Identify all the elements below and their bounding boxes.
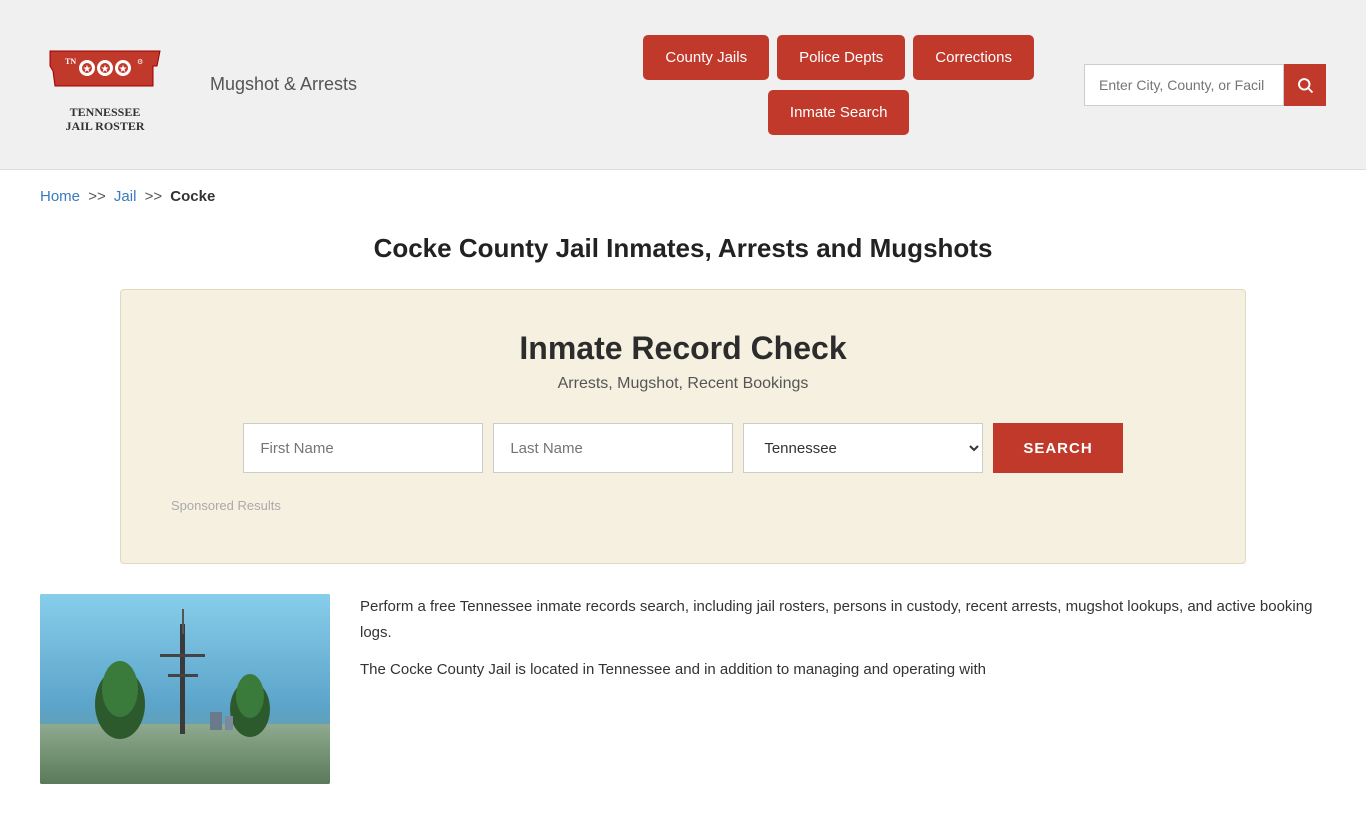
county-jails-btn[interactable]: County Jails	[643, 35, 769, 80]
inmate-search-form: Tennessee Alabama Alaska Arizona Arkansa…	[171, 423, 1195, 473]
search-icon	[1296, 76, 1314, 94]
nav-row-top: County Jails Police Depts Corrections	[643, 35, 1034, 80]
header-search-input[interactable]	[1084, 64, 1284, 106]
svg-text:★: ★	[83, 64, 92, 75]
page-title: Cocke County Jail Inmates, Arrests and M…	[40, 233, 1326, 264]
breadcrumb: Home >> Jail >> Cocke	[0, 170, 1366, 223]
content-text: Perform a free Tennessee inmate records …	[360, 594, 1326, 695]
breadcrumb-sep1: >>	[88, 188, 106, 205]
svg-text:★: ★	[119, 64, 128, 75]
search-submit-btn[interactable]: SEARCH	[993, 423, 1122, 473]
record-check-subtitle: Arrests, Mugshot, Recent Bookings	[171, 375, 1195, 393]
nav-row-bottom: Inmate Search	[768, 90, 910, 135]
content-paragraph-2: The Cocke County Jail is located in Tenn…	[360, 657, 1326, 683]
svg-text:TN: TN	[65, 57, 76, 66]
content-paragraph-1: Perform a free Tennessee inmate records …	[360, 594, 1326, 645]
site-logo: ★ ★ ★ TN ⚙	[45, 36, 165, 101]
site-header: ★ ★ ★ TN ⚙ TENNESSEE JAIL ROSTER Mugshot…	[0, 0, 1366, 170]
nav-area: County Jails Police Depts Corrections In…	[643, 35, 1034, 135]
record-check-title: Inmate Record Check	[171, 330, 1195, 367]
breadcrumb-current: Cocke	[170, 188, 215, 205]
site-name: TENNESSEE JAIL ROSTER	[65, 105, 144, 134]
svg-text:⚙: ⚙	[137, 58, 143, 66]
record-check-box: Inmate Record Check Arrests, Mugshot, Re…	[120, 289, 1246, 564]
last-name-input[interactable]	[493, 423, 733, 473]
mugshot-label: Mugshot & Arrests	[210, 74, 357, 95]
content-illustration	[40, 594, 330, 784]
logo-area: ★ ★ ★ TN ⚙ TENNESSEE JAIL ROSTER	[40, 36, 170, 134]
corrections-btn[interactable]: Corrections	[913, 35, 1034, 80]
content-image	[40, 594, 330, 784]
breadcrumb-jail[interactable]: Jail	[114, 188, 137, 205]
police-depts-btn[interactable]: Police Depts	[777, 35, 905, 80]
sponsored-results: Sponsored Results	[171, 498, 1195, 513]
header-search-area	[1084, 64, 1326, 106]
content-section: Perform a free Tennessee inmate records …	[0, 594, 1366, 814]
state-select[interactable]: Tennessee Alabama Alaska Arizona Arkansa…	[743, 423, 983, 473]
breadcrumb-sep2: >>	[145, 188, 163, 205]
header-search-button[interactable]	[1284, 64, 1326, 106]
svg-text:★: ★	[101, 64, 110, 75]
breadcrumb-home[interactable]: Home	[40, 188, 80, 205]
inmate-search-btn[interactable]: Inmate Search	[768, 90, 910, 135]
first-name-input[interactable]	[243, 423, 483, 473]
